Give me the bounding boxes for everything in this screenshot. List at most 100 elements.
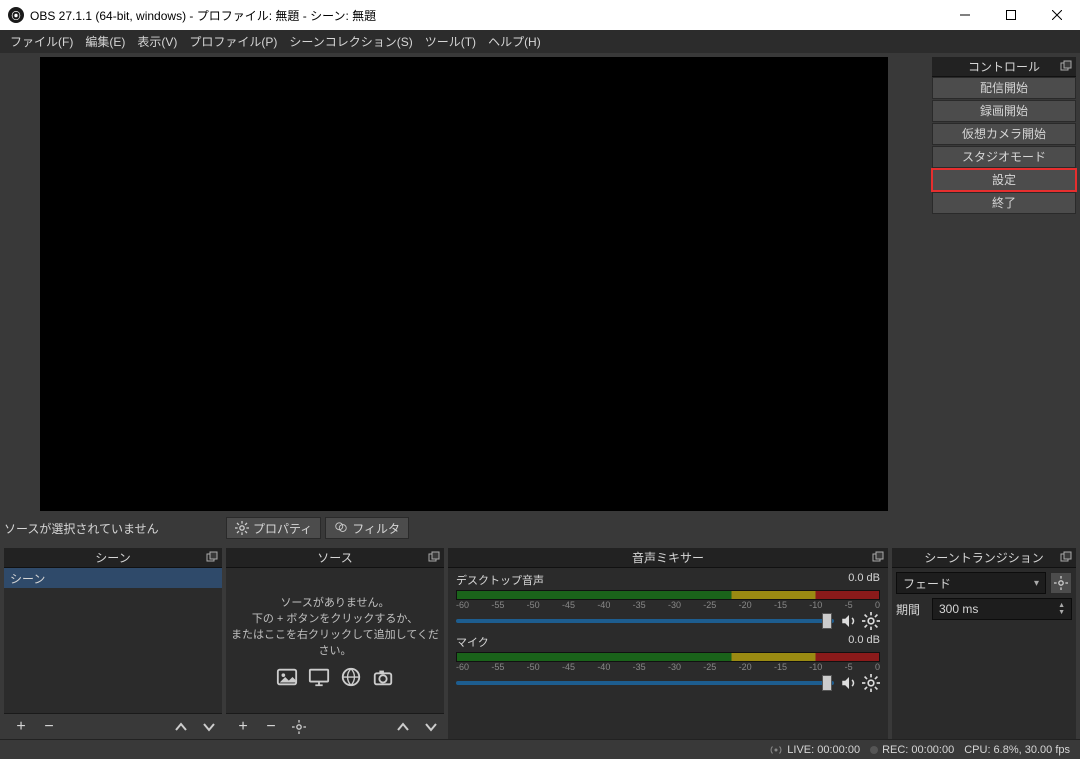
transition-select[interactable]: フェード ▾: [896, 572, 1046, 594]
transitions-header-label: シーントランジション: [924, 551, 1043, 565]
scene-up-button[interactable]: [168, 716, 194, 738]
mixer-dock: 音声ミキサー デスクトップ音声 0.0 dB -60-55-50-45-40-35-…: [448, 548, 888, 739]
source-remove-button[interactable]: −: [258, 716, 284, 738]
titlebar: ⦿ OBS 27.1.1 (64-bit, windows) - プロファイル:…: [0, 0, 1080, 30]
sources-empty-line3: またはここを右クリックして追加してください。: [226, 626, 444, 658]
dock-popout-icon[interactable]: [872, 551, 884, 563]
status-rec-label: REC: 00:00:00: [882, 744, 954, 756]
studio-mode-button[interactable]: スタジオモード: [932, 146, 1076, 168]
properties-button[interactable]: プロパティ: [226, 517, 321, 539]
sources-header-label: ソース: [317, 551, 352, 565]
monitor-icon: [306, 666, 332, 688]
source-up-button[interactable]: [390, 716, 416, 738]
controls-dock: コントロール 配信開始 録画開始 仮想カメラ開始 スタジオモード 設定 終了: [928, 53, 1080, 549]
controls-header: コントロール: [932, 57, 1076, 77]
sources-header: ソース: [226, 548, 444, 568]
scenes-toolbar: + −: [4, 713, 222, 739]
mixer-header: 音声ミキサー: [448, 548, 888, 568]
globe-icon: [338, 666, 364, 688]
audio-meter: [456, 590, 880, 600]
menu-profile[interactable]: プロファイル(P): [183, 31, 283, 52]
duration-input[interactable]: 300 ms ▲▼: [932, 598, 1072, 620]
start-record-button[interactable]: 録画開始: [932, 100, 1076, 122]
volume-slider[interactable]: [456, 619, 834, 623]
status-cpu-label: CPU: 6.8%, 30.00 fps: [964, 744, 1070, 756]
source-settings-button[interactable]: [286, 716, 312, 738]
status-cpu: CPU: 6.8%, 30.00 fps: [964, 744, 1070, 756]
sources-empty-line1: ソースがありません。: [280, 594, 389, 610]
start-stream-button[interactable]: 配信開始: [932, 77, 1076, 99]
menu-file[interactable]: ファイル(F): [4, 31, 79, 52]
dock-popout-icon[interactable]: [428, 551, 440, 563]
scene-add-button[interactable]: +: [8, 716, 34, 738]
transitions-body: フェード ▾ 期間 300 ms ▲▼: [892, 568, 1076, 739]
source-down-button[interactable]: [418, 716, 444, 738]
gear-icon: [235, 521, 249, 535]
dock-popout-icon[interactable]: [1060, 60, 1072, 72]
audio-meter: [456, 652, 880, 662]
meter-ticks: -60-55-50-45-40-35-30-25-20-15-10-50: [456, 662, 880, 672]
window-title: OBS 27.1.1 (64-bit, windows) - プロファイル: 無…: [30, 7, 942, 24]
mixer-channel: デスクトップ音声0.0 dB-60-55-50-45-40-35-30-25-2…: [448, 568, 888, 630]
scenes-header: シーン: [4, 548, 222, 568]
scene-down-button[interactable]: [196, 716, 222, 738]
gear-icon[interactable]: [862, 612, 880, 630]
main-area: コントロール 配信開始 録画開始 仮想カメラ開始 スタジオモード 設定 終了: [0, 53, 1080, 549]
duration-label: 期間: [896, 601, 928, 618]
preview-canvas[interactable]: [40, 57, 888, 511]
mixer-channel: マイク 0.0 dB -60-55-50-45-40-35-30-25-20-15-…: [448, 630, 888, 692]
channel-level: 0.0 dB: [848, 572, 880, 588]
properties-label: プロパティ: [253, 520, 312, 537]
source-add-button[interactable]: +: [230, 716, 256, 738]
chevron-down-icon: ▾: [1034, 578, 1039, 589]
channel-level: 0.0 dB: [848, 634, 880, 650]
menu-edit[interactable]: 編集(E): [79, 31, 131, 52]
transitions-header: シーントランジション: [892, 548, 1076, 568]
sources-list[interactable]: ソースがありません。 下の + ボタンをクリックするか、 またはここを右クリック…: [226, 568, 444, 713]
menu-help[interactable]: ヘルプ(H): [482, 31, 547, 52]
window-controls: [942, 0, 1080, 30]
status-live: LIVE: 00:00:00: [769, 743, 860, 757]
scene-remove-button[interactable]: −: [36, 716, 62, 738]
sources-dock: ソース ソースがありません。 下の + ボタンをクリックするか、 またはここを右…: [226, 548, 444, 739]
dock-popout-icon[interactable]: [1060, 551, 1072, 563]
scene-item[interactable]: シーン: [4, 568, 222, 588]
slider-thumb[interactable]: [822, 613, 832, 629]
speaker-icon[interactable]: [840, 612, 858, 630]
maximize-button[interactable]: [988, 0, 1034, 30]
duration-value: 300 ms: [939, 602, 978, 616]
exit-button[interactable]: 終了: [932, 192, 1076, 214]
channel-name: マイク: [456, 634, 489, 650]
dock-popout-icon[interactable]: [206, 551, 218, 563]
sources-empty: ソースがありません。 下の + ボタンをクリックするか、 またはここを右クリック…: [226, 568, 444, 713]
volume-slider[interactable]: [456, 681, 834, 685]
virtual-cam-button[interactable]: 仮想カメラ開始: [932, 123, 1076, 145]
scenes-header-label: シーン: [95, 551, 130, 565]
slider-thumb[interactable]: [822, 675, 832, 691]
stepper-down-icon[interactable]: ▼: [1058, 609, 1065, 616]
transitions-dock: シーントランジション フェード ▾ 期間 300 ms ▲▼: [892, 548, 1076, 739]
obs-logo-icon: ⦿: [8, 7, 24, 23]
stepper-up-icon[interactable]: ▲: [1058, 602, 1065, 609]
filter-icon: [334, 521, 348, 535]
statusbar: LIVE: 00:00:00 REC: 00:00:00 CPU: 6.8%, …: [0, 739, 1080, 759]
camera-icon: [370, 666, 396, 688]
settings-button[interactable]: 設定: [932, 169, 1076, 191]
minimize-button[interactable]: [942, 0, 988, 30]
gear-icon[interactable]: [862, 674, 880, 692]
menu-view[interactable]: 表示(V): [131, 31, 183, 52]
transition-settings-button[interactable]: [1050, 572, 1072, 594]
close-button[interactable]: [1034, 0, 1080, 30]
scenes-list[interactable]: シーン: [4, 568, 222, 713]
filters-label: フィルタ: [352, 520, 400, 537]
below-preview-bar: ソースが選択されていません プロパティ フィルタ: [0, 513, 928, 543]
speaker-icon[interactable]: [840, 674, 858, 692]
transition-selected-label: フェード: [903, 575, 951, 592]
record-dot-icon: [870, 746, 878, 754]
menu-scenecol[interactable]: シーンコレクション(S): [283, 31, 418, 52]
menu-tools[interactable]: ツール(T): [419, 31, 482, 52]
filters-button[interactable]: フィルタ: [325, 517, 409, 539]
docks-row: シーン シーン + − ソース ソースがありません。 下の + ボタンをクリック…: [0, 548, 1080, 739]
image-icon: [274, 666, 300, 688]
channel-name: デスクトップ音声: [456, 572, 544, 588]
